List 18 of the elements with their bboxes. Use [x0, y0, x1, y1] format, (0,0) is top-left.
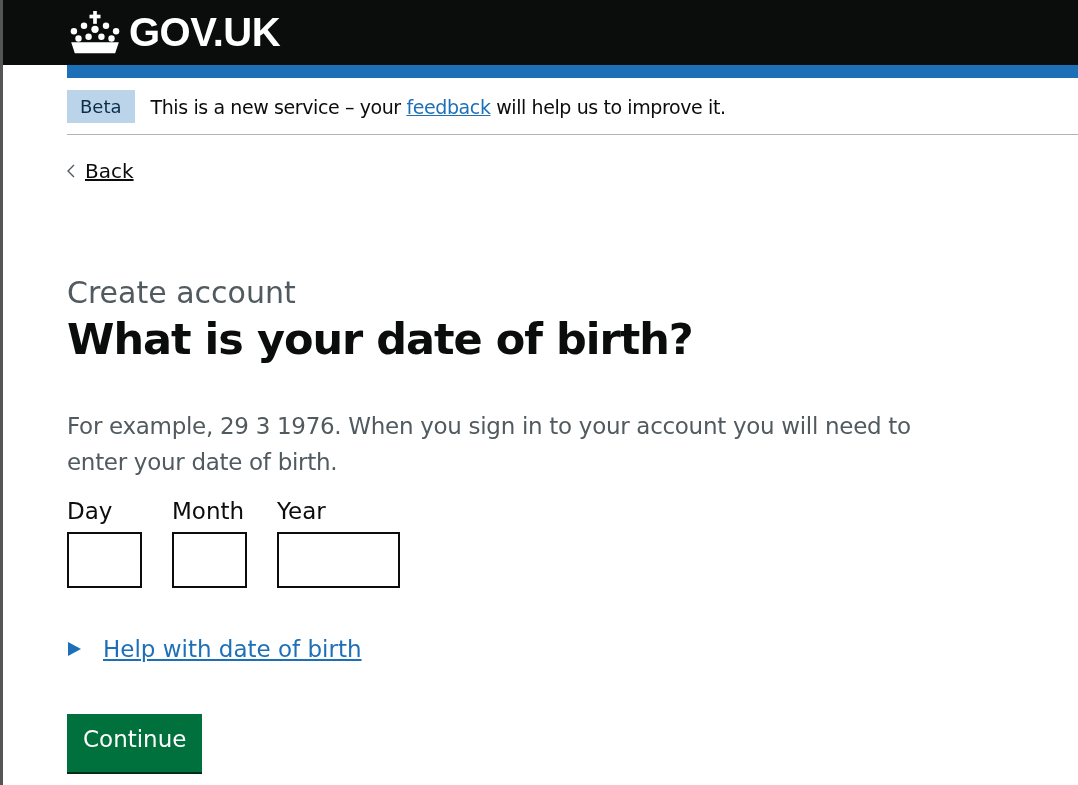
continue-button[interactable]: Continue: [67, 714, 203, 772]
back-link[interactable]: Back: [67, 159, 134, 183]
site-logo[interactable]: GOV.UK: [67, 10, 281, 55]
back-link-text: Back: [85, 159, 134, 183]
date-input-field[interactable]: [172, 532, 247, 588]
date-field-label: Day: [67, 498, 114, 524]
date-field-label: Year: [277, 498, 327, 524]
hint-text: For example, 29 3 1976. When you sign in to your account you will need to enter your date of birth.: [67, 412, 912, 477]
page-caption: Create account: [67, 275, 296, 310]
date-input-field[interactable]: [67, 532, 142, 588]
phase-banner-message: This is a new service – your feedback will help us to improve it.: [150, 95, 726, 118]
phase-tag: Beta: [67, 90, 135, 123]
feedback-link[interactable]: feedback: [406, 95, 491, 118]
date-field-label: Month: [172, 498, 246, 524]
chevron-left-icon: [67, 164, 75, 178]
triangle-icon: [67, 642, 81, 656]
page-heading: What is your date of birth?: [67, 314, 693, 364]
date-input-field[interactable]: [277, 532, 400, 588]
